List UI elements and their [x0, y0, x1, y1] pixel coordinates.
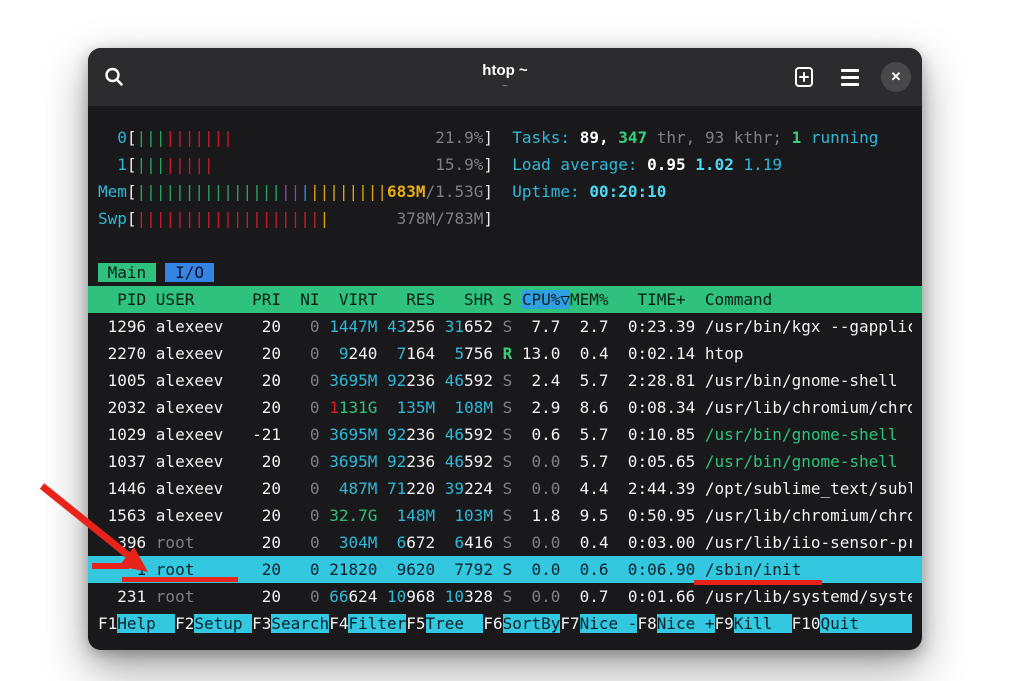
hamburger-menu-icon: [841, 69, 859, 86]
cpu1-meter: 1[|||||||| 15.9%] Load average: 0.95 1.0…: [98, 151, 912, 178]
process-row-2270[interactable]: 2270 alexeev 20 0 9240 7164 5756 R 13.0 …: [98, 340, 912, 367]
fnkey-f6[interactable]: F6: [483, 614, 502, 633]
mem-meter: Mem[||||||||||||||||||||||||||683M/1.53G…: [98, 178, 912, 205]
new-tab-icon: [792, 65, 816, 89]
process-row-1296[interactable]: 1296 alexeev 20 0 1447M 43256 31652 S 7.…: [98, 313, 912, 340]
new-tab-button[interactable]: [788, 61, 820, 93]
search-button[interactable]: [98, 61, 130, 93]
close-icon: ✕: [881, 62, 911, 92]
fnkey-f3[interactable]: F3: [252, 614, 271, 633]
fn-search[interactable]: Search: [271, 614, 329, 633]
swp-meter: Swp[|||||||||||||||||||| 378M/783M]: [98, 205, 912, 232]
column-headers[interactable]: PID USER PRI NI VIRT RES SHR S: [98, 290, 522, 309]
titlebar-buttons: ✕: [788, 61, 912, 93]
process-row-1446[interactable]: 1446 alexeev 20 0 487M 71220 39224 S 0.0…: [98, 475, 912, 502]
process-row-1029[interactable]: 1029 alexeev -21 0 3695M 92236 46592 S 0…: [98, 421, 912, 448]
window-title: htop ~: [482, 62, 527, 79]
fn-kill[interactable]: Kill: [734, 614, 792, 633]
fn-quit[interactable]: Quit: [820, 614, 912, 633]
process-row-1005[interactable]: 1005 alexeev 20 0 3695M 92236 46592 S 2.…: [98, 367, 912, 394]
process-row-1-selected[interactable]: 1 root 20 0 21820 9620 7792 S 0.0 0.6 0:…: [88, 556, 922, 583]
htop-terminal: 0[|||||||||| 21.9%] Tasks: 89, 347 thr, …: [88, 106, 922, 637]
column-headers-right[interactable]: MEM% TIME+ Command: [570, 290, 772, 309]
fnkey-f2[interactable]: F2: [175, 614, 194, 633]
function-key-bar[interactable]: F1Help F2Setup F3SearchF4FilterF5Tree F6…: [98, 610, 912, 637]
cpu0-meter: 0[|||||||||| 21.9%] Tasks: 89, 347 thr, …: [98, 124, 912, 151]
fnkey-f1[interactable]: F1: [98, 614, 117, 633]
fnkey-f10[interactable]: F10: [792, 614, 821, 633]
spacer: [98, 232, 912, 259]
fn-setup[interactable]: Setup: [194, 614, 252, 633]
fn-help[interactable]: Help: [117, 614, 175, 633]
fnkey-f7[interactable]: F7: [560, 614, 579, 633]
fnkey-f9[interactable]: F9: [715, 614, 734, 633]
column-cpu-sort[interactable]: CPU%▽: [522, 290, 570, 309]
menu-button[interactable]: [834, 61, 866, 93]
fnkey-f8[interactable]: F8: [637, 614, 656, 633]
stage: htop ~ ~ ✕ 0[||||||||||: [0, 0, 1009, 681]
process-row-2032[interactable]: 2032 alexeev 20 0 1131G 135M 108M S 2.9 …: [98, 394, 912, 421]
fnkey-f4[interactable]: F4: [329, 614, 348, 633]
process-row-396[interactable]: 396 root 20 0 304M 6672 6416 S 0.0 0.4 0…: [98, 529, 912, 556]
window-subtitle: ~: [502, 81, 508, 93]
search-icon: [103, 66, 125, 88]
process-row-1563[interactable]: 1563 alexeev 20 0 32.7G 148M 103M S 1.8 …: [98, 502, 912, 529]
fn-nice-plus[interactable]: Nice +: [657, 614, 715, 633]
titlebar-left: [98, 61, 218, 93]
terminal-window: htop ~ ~ ✕ 0[||||||||||: [88, 48, 922, 650]
tab-main[interactable]: Main: [98, 263, 156, 282]
titlebar: htop ~ ~ ✕: [88, 48, 922, 106]
fn-tree[interactable]: Tree: [426, 614, 484, 633]
table-header[interactable]: PID USER PRI NI VIRT RES SHR S CPU%▽MEM%…: [88, 286, 922, 313]
fn-sortby[interactable]: SortBy: [503, 614, 561, 633]
process-row-231[interactable]: 231 root 20 0 66624 10968 10328 S 0.0 0.…: [98, 583, 912, 610]
close-button[interactable]: ✕: [880, 61, 912, 93]
fn-filter[interactable]: Filter: [348, 614, 406, 633]
process-row-1037[interactable]: 1037 alexeev 20 0 3695M 92236 46592 S 0.…: [98, 448, 912, 475]
tab-io[interactable]: I/O: [165, 263, 213, 282]
fn-nice-minus[interactable]: Nice -: [580, 614, 638, 633]
fnkey-f5[interactable]: F5: [406, 614, 425, 633]
selected-row-text[interactable]: 1 root 20 0 21820 9620 7792 S 0.0 0.6 0:…: [98, 560, 801, 579]
tab-bar[interactable]: Main I/O: [98, 259, 912, 286]
